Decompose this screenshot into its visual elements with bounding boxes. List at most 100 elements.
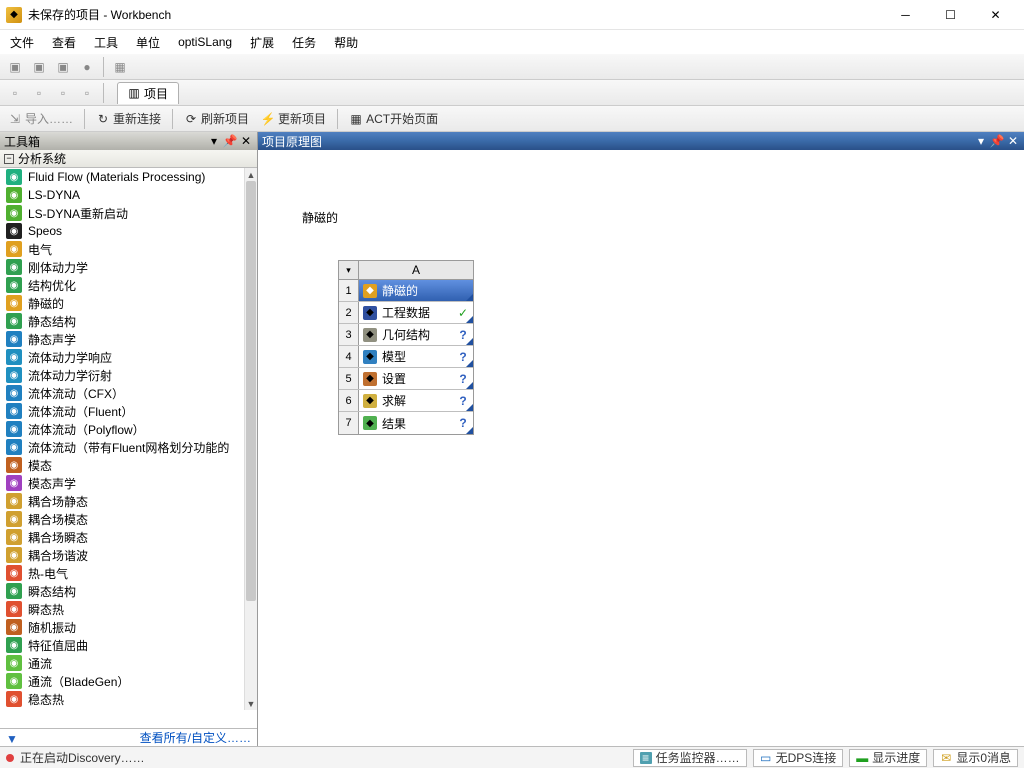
toolbox-scrollbar[interactable]: ▲ ▼ (244, 168, 257, 710)
panel-pin-icon[interactable]: 📌 (223, 134, 237, 148)
act-start-button[interactable]: ▦ ACT开始页面 (345, 108, 442, 130)
close-button[interactable]: ✕ (973, 1, 1018, 29)
toolbox-item[interactable]: ◉耦合场谐波 (0, 546, 244, 564)
toolbox-item[interactable]: ◉模态 (0, 456, 244, 474)
panel-dropdown-icon[interactable]: ▾ (207, 134, 221, 148)
system-row-main: ◆几何结构 (359, 324, 453, 345)
toolbox-footer: ▼ 查看所有/自定义…… (0, 728, 257, 746)
saveas-button[interactable]: ▫ (76, 82, 98, 104)
reconnect-button[interactable]: ↻ 重新连接 (92, 108, 165, 130)
toolbox-item[interactable]: ◉通流（BladeGen） (0, 672, 244, 690)
view-all-link[interactable]: 查看所有/自定义…… (18, 729, 251, 746)
toolbox-item[interactable]: ◉稳态热 (0, 690, 244, 708)
system-row[interactable]: 1◆静磁的 (339, 280, 473, 302)
panel-close-icon[interactable]: ✕ (239, 134, 253, 148)
toolbox-item-icon: ◉ (6, 349, 22, 365)
open-button[interactable]: ▫ (28, 82, 50, 104)
toolbox-item[interactable]: ◉Fluid Flow (Materials Processing) (0, 168, 244, 186)
toolbox-item[interactable]: ◉电气 (0, 240, 244, 258)
menu-file[interactable]: 文件 (10, 34, 34, 51)
show-messages-button[interactable]: ✉ 显示0消息 (933, 749, 1018, 767)
system-label[interactable]: 静磁的 (298, 205, 342, 230)
system-row[interactable]: 3◆几何结构? (339, 324, 473, 346)
menu-help[interactable]: 帮助 (334, 34, 358, 51)
toolbox-item[interactable]: ◉热-电气 (0, 564, 244, 582)
system-row[interactable]: 6◆求解? (339, 390, 473, 412)
system-row-number: 3 (339, 324, 359, 345)
save-button[interactable]: ▫ (52, 82, 74, 104)
schematic-canvas[interactable]: ▾ A 1◆静磁的2◆工程数据✓3◆几何结构?4◆模型?5◆设置?6◆求解?7◆… (258, 150, 1024, 746)
toolbox-item[interactable]: ◉耦合场模态 (0, 510, 244, 528)
tb-btn-3[interactable]: ▣ (52, 56, 74, 78)
schematic-panel: 项目原理图 ▾ 📌 ✕ ▾ A 1◆静磁的2◆工程数据✓3◆几何结构?4◆模型?… (258, 132, 1024, 746)
refresh-button[interactable]: ⟳ 刷新项目 (180, 108, 253, 130)
menu-jobs[interactable]: 任务 (292, 34, 316, 51)
toolbox-item[interactable]: ◉流体流动（带有Fluent网格划分功能的 (0, 438, 244, 456)
system-row[interactable]: 5◆设置? (339, 368, 473, 390)
toolbox-item[interactable]: ◉静态声学 (0, 330, 244, 348)
import-button[interactable]: ⇲ 导入…… (4, 108, 77, 130)
panel-close-icon[interactable]: ✕ (1006, 134, 1020, 148)
toolbox-item-icon: ◉ (6, 619, 22, 635)
toolbar-row-2: ▫ ▫ ▫ ▫ ▥ 项目 (0, 80, 1024, 106)
menu-units[interactable]: 单位 (136, 34, 160, 51)
tab-project[interactable]: ▥ 项目 (117, 82, 179, 104)
toolbox-item[interactable]: ◉Speos (0, 222, 244, 240)
menu-tools[interactable]: 工具 (94, 34, 118, 51)
toolbox-item[interactable]: ◉流体流动（Polyflow） (0, 420, 244, 438)
toolbox-item-icon: ◉ (6, 295, 22, 311)
toolbox-item[interactable]: ◉特征值屈曲 (0, 636, 244, 654)
maximize-button[interactable]: ☐ (928, 1, 973, 29)
toolbox-item[interactable]: ◉通流 (0, 654, 244, 672)
toolbox-title-label: 工具箱 (4, 133, 40, 150)
toolbox-item[interactable]: ◉模态声学 (0, 474, 244, 492)
tb-btn-1[interactable]: ▣ (4, 56, 26, 78)
system-select-all[interactable]: ▾ (339, 261, 359, 280)
toolbox-item[interactable]: ◉耦合场静态 (0, 492, 244, 510)
menu-optislang[interactable]: optiSLang (178, 35, 232, 49)
toolbox-item[interactable]: ◉随机振动 (0, 618, 244, 636)
toolbar-row-1: ▣ ▣ ▣ ● ▦ (0, 54, 1024, 80)
filter-icon[interactable]: ▼ (6, 732, 18, 744)
toolbox-item[interactable]: ◉耦合场瞬态 (0, 528, 244, 546)
toolbox-item[interactable]: ◉静态结构 (0, 312, 244, 330)
menu-view[interactable]: 查看 (52, 34, 76, 51)
toolbox-item-label: 瞬态热 (28, 601, 64, 618)
system-cell[interactable]: ▾ A 1◆静磁的2◆工程数据✓3◆几何结构?4◆模型?5◆设置?6◆求解?7◆… (338, 260, 474, 435)
toolbox-item[interactable]: ◉结构优化 (0, 276, 244, 294)
toolbox-item[interactable]: ◉瞬态热 (0, 600, 244, 618)
toolbox-item-label: 特征值屈曲 (28, 637, 88, 654)
update-button[interactable]: ⚡ 更新项目 (257, 108, 330, 130)
system-row-number: 2 (339, 302, 359, 323)
panel-pin-icon[interactable]: 📌 (990, 134, 1004, 148)
menu-extensions[interactable]: 扩展 (250, 34, 274, 51)
tb-btn-2[interactable]: ▣ (28, 56, 50, 78)
panel-dropdown-icon[interactable]: ▾ (974, 134, 988, 148)
toolbox-item[interactable]: ◉流体流动（CFX） (0, 384, 244, 402)
toolbox-item[interactable]: ◉LS-DYNA (0, 186, 244, 204)
toolbox-item[interactable]: ◉瞬态结构 (0, 582, 244, 600)
toolbox-item[interactable]: ◉流体动力学衍射 (0, 366, 244, 384)
toolbox-item[interactable]: ◉流体动力学响应 (0, 348, 244, 366)
toolbox-section-header[interactable]: − 分析系统 (0, 150, 257, 168)
system-row[interactable]: 7◆结果? (339, 412, 473, 434)
dps-status[interactable]: ▭ 无DPS连接 (753, 749, 844, 767)
toolbox-item[interactable]: ◉刚体动力学 (0, 258, 244, 276)
new-button[interactable]: ▫ (4, 82, 26, 104)
system-row[interactable]: 4◆模型? (339, 346, 473, 368)
job-monitor-button[interactable]: ≡ 任务监控器…… (633, 749, 747, 767)
tb-btn-5[interactable]: ▦ (109, 56, 131, 78)
toolbox-item[interactable]: ◉LS-DYNA重新启动 (0, 204, 244, 222)
system-row[interactable]: 2◆工程数据✓ (339, 302, 473, 324)
scroll-up-icon[interactable]: ▲ (245, 168, 257, 181)
show-progress-button[interactable]: ▬ 显示进度 (849, 749, 927, 767)
menubar: 文件 查看 工具 单位 optiSLang 扩展 任务 帮助 (0, 30, 1024, 54)
tb-btn-4[interactable]: ● (76, 56, 98, 78)
toolbox-item[interactable]: ◉静磁的 (0, 294, 244, 312)
scroll-down-icon[interactable]: ▼ (245, 697, 257, 710)
system-row-icon: ◆ (363, 372, 377, 386)
minimize-button[interactable]: ─ (883, 1, 928, 29)
scroll-thumb[interactable] (246, 181, 256, 601)
toolbox-item[interactable]: ◉流体流动（Fluent） (0, 402, 244, 420)
status-text: 正在启动Discovery…… (20, 749, 145, 766)
